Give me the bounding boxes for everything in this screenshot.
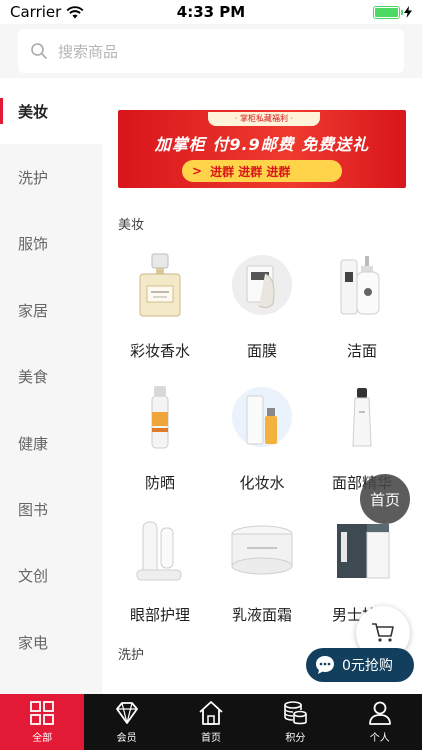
- sidebar-item-label: 美食: [18, 368, 49, 387]
- subcategory-label: 面膜: [246, 342, 277, 360]
- sidebar-item-label: 健康: [18, 434, 49, 453]
- status-time: 4:33 PM: [176, 3, 246, 21]
- search-icon: [31, 43, 47, 59]
- banner-join-label: 进群 进群 进群: [210, 164, 291, 179]
- status-bar: Carrier 4:33 PM: [0, 0, 422, 24]
- sidebar-item-label: 图书: [18, 501, 49, 520]
- diamond-icon: [115, 702, 138, 724]
- subcategory-eye-care[interactable]: 眼部护理: [106, 500, 214, 632]
- floating-home-label: 首页: [369, 490, 400, 509]
- category-sidebar: 美妆 洗护 服饰 家居 美食 健康 图书 文创 家电: [0, 78, 102, 694]
- subcategory-lotion-cream[interactable]: 乳液面霜: [208, 500, 316, 632]
- status-right: [262, 5, 412, 19]
- tab-label: 首页: [200, 733, 221, 744]
- subcategory-toner[interactable]: 化妆水: [208, 368, 316, 500]
- subcategory-label: 化妆水: [239, 474, 285, 492]
- sidebar-item-beauty[interactable]: 美妆: [0, 78, 102, 145]
- subcategory-label: 彩妆香水: [129, 342, 190, 360]
- sidebar-item-wash-care[interactable]: 洗护: [0, 144, 102, 210]
- subcategory-label: 乳液面霜: [231, 606, 292, 624]
- category-page: Carrier 4:33 PM 搜索商品 美妆 洗护 服饰 家居 美食 健康 图…: [0, 0, 422, 750]
- tab-home[interactable]: 首页: [169, 694, 253, 750]
- subcategory-perfume[interactable]: 彩妆香水: [106, 236, 214, 368]
- tab-all[interactable]: 全部: [0, 694, 85, 750]
- subcategory-face-mask[interactable]: 面膜: [208, 236, 316, 368]
- tab-label: 个人: [369, 733, 390, 744]
- person-icon: [368, 701, 391, 725]
- sunscreen-spray-icon: [151, 386, 169, 449]
- grid-icon: [30, 701, 55, 725]
- toner-bottle-icon: [232, 387, 292, 447]
- cream-jar-icon: [231, 525, 293, 575]
- eye-care-device-icon: [136, 521, 182, 581]
- sidebar-item-food[interactable]: 美食: [0, 344, 102, 410]
- serum-tube-icon: [352, 388, 372, 447]
- wifi-icon: [66, 5, 84, 18]
- chat-promo-button[interactable]: 0元抢购: [306, 648, 414, 682]
- tab-label: 积分: [285, 733, 306, 744]
- subcategory-label: 洁面: [346, 342, 377, 360]
- chat-bubble-icon: [316, 656, 334, 674]
- sidebar-item-appliances[interactable]: 家电: [0, 609, 102, 675]
- battery-icon: [373, 5, 403, 19]
- tab-label: 全部: [32, 733, 53, 744]
- sidebar-item-home[interactable]: 家居: [0, 277, 102, 343]
- sidebar-item-label: 服饰: [18, 235, 49, 254]
- tab-points[interactable]: 积分: [253, 694, 337, 750]
- carrier-label: Carrier: [10, 3, 62, 21]
- sidebar-item-health[interactable]: 健康: [0, 410, 102, 476]
- section-title-beauty: 美妆: [118, 218, 145, 233]
- subcategory-label: 防晒: [144, 474, 175, 492]
- promo-banner[interactable]: · 掌柜私藏福利 · 加掌柜 付9.9邮费 免费送礼 > 进群 进群 进群: [118, 110, 406, 188]
- chevron-right-icon: >: [192, 164, 203, 178]
- coins-icon: [284, 701, 308, 725]
- sidebar-item-label: 文创: [18, 567, 49, 586]
- banner-tag: · 掌柜私藏福利 ·: [208, 112, 320, 126]
- subcategory-label: 眼部护理: [129, 606, 190, 624]
- men-care-box-icon: [337, 524, 390, 579]
- sidebar-item-label: 家居: [18, 301, 49, 320]
- banner-headline: 加掌柜 付9.9邮费 免费送礼: [154, 135, 370, 154]
- search-input[interactable]: 搜索商品: [18, 29, 404, 73]
- tab-member[interactable]: 会员: [84, 694, 168, 750]
- banner-join-button[interactable]: > 进群 进群 进群: [182, 160, 342, 182]
- cart-icon: [372, 623, 394, 642]
- sidebar-item-label: 美妆: [18, 102, 49, 121]
- search-bar: 搜索商品: [0, 24, 422, 78]
- sidebar-item-books[interactable]: 图书: [0, 476, 102, 542]
- category-content: · 掌柜私藏福利 · 加掌柜 付9.9邮费 免费送礼 > 进群 进群 进群 美妆: [102, 78, 422, 694]
- tab-label: 会员: [116, 733, 137, 744]
- subcategory-sunscreen[interactable]: 防晒: [106, 368, 214, 500]
- charging-bolt-icon: [404, 6, 412, 18]
- home-icon: [199, 701, 223, 725]
- status-left: Carrier: [10, 3, 160, 21]
- bottom-tab-bar: 全部 会员 首页 积分 个人: [0, 694, 422, 750]
- sidebar-item-apparel[interactable]: 服饰: [0, 211, 102, 277]
- sidebar-item-label: 洗护: [18, 169, 49, 188]
- cleanser-bottles-icon: [340, 256, 380, 315]
- perfume-bottle-icon: [139, 253, 181, 317]
- subcategory-cleanser[interactable]: 洁面: [308, 236, 416, 368]
- section-title-wash-care: 洗护: [118, 648, 145, 663]
- floating-home-button[interactable]: 首页: [360, 474, 410, 524]
- search-placeholder: 搜索商品: [58, 42, 119, 61]
- sidebar-item-label: 家电: [18, 633, 49, 652]
- chat-promo-label: 0元抢购: [342, 658, 393, 674]
- tab-profile[interactable]: 个人: [338, 694, 422, 750]
- sidebar-item-creative[interactable]: 文创: [0, 543, 102, 609]
- face-mask-icon: [232, 255, 292, 315]
